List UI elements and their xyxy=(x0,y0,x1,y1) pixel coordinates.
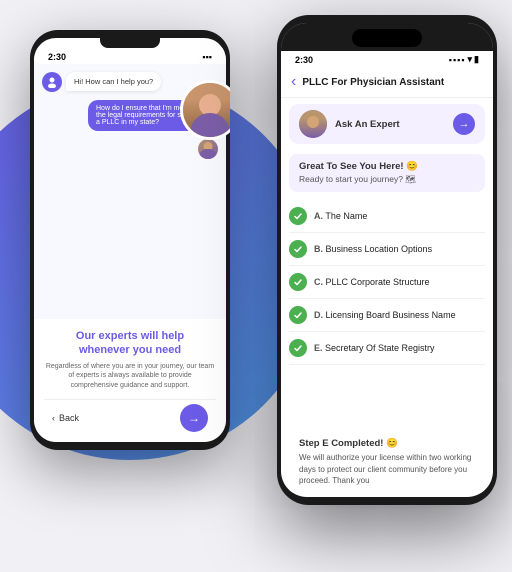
profile-image-top xyxy=(180,80,230,140)
phones-wrapper: 2:30 ▪▪▪ Hi! How can I help you? xyxy=(0,0,512,572)
battery-icon: ▮ xyxy=(474,54,479,65)
dynamic-island xyxy=(352,29,422,47)
back-chevron-icon: ‹ xyxy=(52,413,55,423)
left-time: 2:30 xyxy=(48,52,66,62)
right-notch-area xyxy=(281,23,493,51)
check-item[interactable]: B. Business Location Options xyxy=(289,233,485,266)
check-circle-icon xyxy=(289,339,307,357)
check-item-label: C. PLLC Corporate Structure xyxy=(314,277,430,287)
bot-bubble-text: Hi! How can I help you? xyxy=(66,72,161,91)
expert-label: Ask An Expert xyxy=(335,119,453,130)
check-circle-icon xyxy=(289,240,307,258)
right-time: 2:30 xyxy=(295,55,313,65)
check-circle-icon xyxy=(289,273,307,291)
right-status-bar: 2:30 ▪▪▪▪ ▾ ▮ xyxy=(281,51,493,67)
check-item-label: B. Business Location Options xyxy=(314,244,432,254)
next-button[interactable]: → xyxy=(180,404,208,432)
check-item-label: D. Licensing Board Business Name xyxy=(314,310,456,320)
check-item[interactable]: C. PLLC Corporate Structure xyxy=(289,266,485,299)
right-phone-screen: 2:30 ▪▪▪▪ ▾ ▮ ‹ PLLC For Physician Assis… xyxy=(281,23,493,497)
signal-icon: ▪▪▪▪ xyxy=(449,55,466,65)
check-item[interactable]: E. Secretary Of State Registry xyxy=(289,332,485,365)
check-circle-icon xyxy=(289,306,307,324)
left-notch xyxy=(100,38,160,48)
expert-arrow-icon: → xyxy=(459,118,470,130)
expert-avatar xyxy=(299,110,327,138)
check-item-label: E. Secretary Of State Registry xyxy=(314,343,435,353)
check-circle-icon xyxy=(289,207,307,225)
step-completed-title: Step E Completed! 😊 xyxy=(299,438,475,449)
experts-headline: Our experts will help whenever you need xyxy=(44,329,216,358)
bot-avatar xyxy=(42,72,62,92)
left-phone: 2:30 ▪▪▪ Hi! How can I help you? xyxy=(30,30,230,450)
expert-arrow-button[interactable]: → xyxy=(453,113,475,135)
right-phone: 2:30 ▪▪▪▪ ▾ ▮ ‹ PLLC For Physician Assis… xyxy=(277,15,497,505)
expert-banner[interactable]: Ask An Expert → xyxy=(289,104,485,144)
wifi-icon: ▾ xyxy=(468,54,473,65)
step-completed-text: We will authorize your license within tw… xyxy=(299,452,475,486)
check-item[interactable]: A. The Name xyxy=(289,200,485,233)
left-icons: ▪▪▪ xyxy=(202,52,212,62)
left-phone-nav: ‹ Back → xyxy=(44,399,216,436)
check-item[interactable]: D. Licensing Board Business Name xyxy=(289,299,485,332)
welcome-subtitle: Ready to start you journey? 🗺 xyxy=(299,174,475,185)
experts-subtext: Regardless of where you are in your jour… xyxy=(44,362,216,391)
back-button[interactable]: ‹ Back xyxy=(52,413,79,423)
check-item-label: A. The Name xyxy=(314,211,367,221)
right-header: ‹ PLLC For Physician Assistant xyxy=(281,67,493,98)
next-arrow-icon: → xyxy=(188,411,200,425)
header-title: PLLC For Physician Assistant xyxy=(302,77,444,88)
welcome-box: Great To See You Here! 😊 Ready to start … xyxy=(289,154,485,192)
checklist: A. The Name B. Business Location Options… xyxy=(281,196,493,427)
step-completed-box: Step E Completed! 😊 We will authorize yo… xyxy=(289,431,485,493)
header-back-chevron-icon[interactable]: ‹ xyxy=(291,73,296,91)
left-phone-bottom: Our experts will help whenever you need … xyxy=(34,319,226,442)
welcome-title: Great To See You Here! 😊 xyxy=(299,161,475,172)
left-status-bar: 2:30 ▪▪▪ xyxy=(34,48,226,64)
